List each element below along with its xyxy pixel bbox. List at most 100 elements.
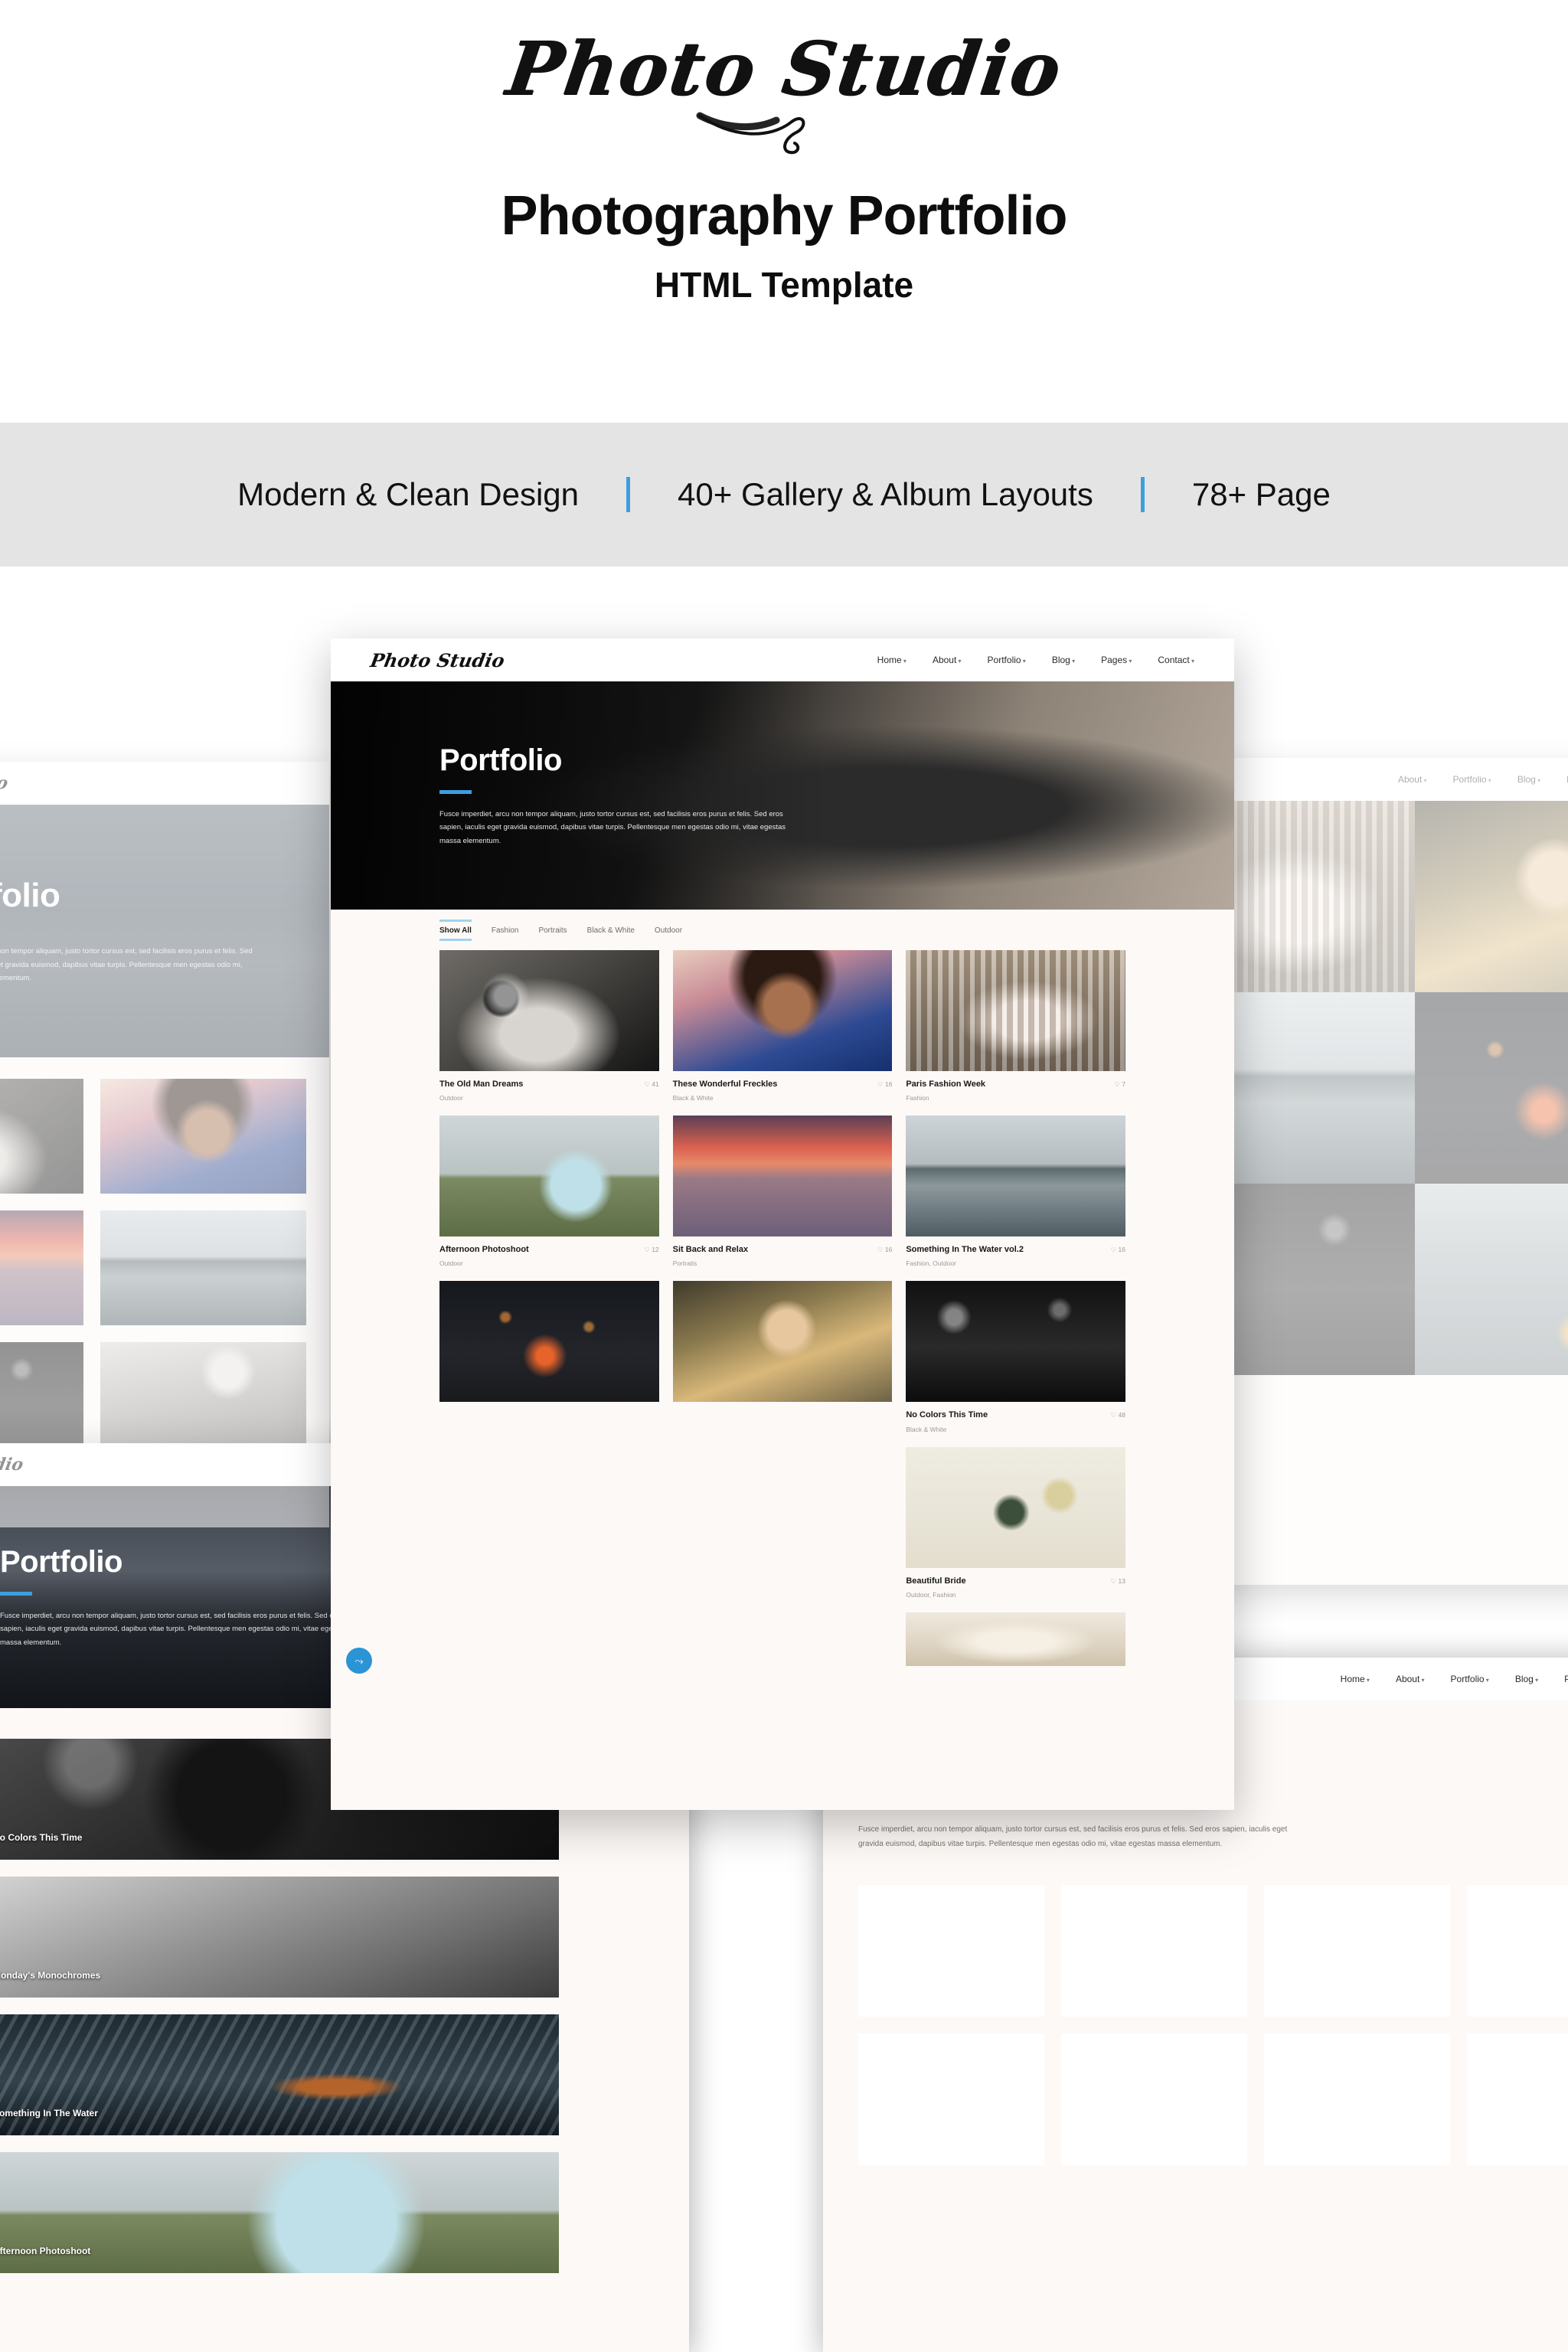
nav-item-blog[interactable]: Blog	[1515, 1674, 1538, 1684]
feature-divider-1	[626, 477, 631, 512]
portfolio-card-image	[439, 1116, 659, 1237]
mock-left-topbar: Photo Studio	[0, 762, 329, 805]
mock-left-tile-4[interactable]	[100, 1210, 306, 1325]
mock-center-topbar: Photo Studio Home About Portfolio Blog P…	[331, 639, 1234, 681]
hero-title: Portfolio	[439, 743, 562, 777]
page-header: Photo Studio Photography Portfolio HTML …	[0, 0, 1568, 423]
list-item-caption: Monday's Monochromes	[0, 1970, 101, 1981]
feature-item-3: 78+ Page	[1191, 476, 1331, 512]
mock-left-tile-5[interactable]	[0, 1342, 83, 1457]
portfolio-card[interactable]: Afternoon Photoshoot Outdoor ♡ 12	[439, 1116, 659, 1267]
nav-item-contact[interactable]: Contact	[1158, 655, 1194, 665]
mock-left-tile-6[interactable]	[100, 1342, 306, 1457]
mock-bl-logo[interactable]: Photo Studio	[0, 1455, 24, 1475]
nav-item-portfolio[interactable]: Portfolio	[1453, 774, 1491, 785]
mock-br-nav[interactable]: Home About Portfolio Blog Pages Contact	[1341, 1674, 1568, 1684]
portfolio-card-likes: 16	[1118, 1246, 1125, 1254]
list-item-caption: No Colors This Time	[0, 1832, 83, 1843]
nav-item-pages[interactable]: Pages	[1101, 655, 1132, 665]
portfolio-card-title: No Colors This Time	[906, 1410, 988, 1420]
mock-left-grid	[0, 1057, 329, 1478]
mock-left-tile-1[interactable]	[0, 1079, 83, 1194]
albums-grid	[823, 1885, 1568, 2165]
mock-right-tile-2[interactable]	[1415, 801, 1568, 992]
nav-item-about[interactable]: About	[933, 655, 962, 665]
mock-center-nav[interactable]: Home About Portfolio Blog Pages Contact	[877, 655, 1194, 665]
album-card[interactable]	[858, 1885, 1044, 2017]
nav-item-pages[interactable]: Pages	[1564, 1674, 1568, 1684]
album-card[interactable]	[1061, 1885, 1247, 2017]
portfolio-card-image	[906, 1116, 1125, 1237]
nav-item-portfolio[interactable]: Portfolio	[988, 655, 1026, 665]
portfolio-grid: The Old Man Dreams Outdoor ♡ 41 These Wo…	[331, 946, 1234, 1697]
heart-icon: ♡	[1110, 1246, 1117, 1254]
album-card[interactable]	[1467, 1885, 1568, 2017]
page-title: Photography Portfolio	[501, 185, 1068, 247]
mock-left-logo[interactable]: Photo Studio	[0, 773, 9, 793]
mock-center-logo[interactable]: Photo Studio	[368, 649, 506, 671]
mock-right-tile-6[interactable]	[1415, 1184, 1568, 1375]
list-item[interactable]: Afternoon Photoshoot	[0, 2152, 559, 2273]
mock-bl-hero-body: Fusce imperdiet, arcu non tempor aliquam…	[0, 1611, 347, 1647]
filter-tab-fashion[interactable]: Fashion	[492, 926, 519, 935]
album-card[interactable]	[1467, 2034, 1568, 2165]
portfolio-card-title: Beautiful Bride	[906, 1576, 966, 1586]
album-card[interactable]	[858, 2034, 1044, 2165]
nav-item-home[interactable]: Home	[1341, 1674, 1370, 1684]
mock-left-tile-2[interactable]	[100, 1079, 306, 1194]
portfolio-filter-tabs[interactable]: Show All Fashion Portraits Black & White…	[331, 910, 1234, 946]
filter-tab-show-all[interactable]: Show All	[439, 920, 472, 941]
portfolio-card-title: Sit Back and Relax	[672, 1245, 749, 1255]
nav-item-portfolio[interactable]: Portfolio	[1451, 1674, 1489, 1684]
filter-tab-portraits[interactable]: Portraits	[538, 926, 567, 935]
nav-item-about[interactable]: About	[1398, 774, 1427, 785]
portfolio-card[interactable]	[906, 1612, 1125, 1666]
heart-icon: ♡	[1110, 1411, 1117, 1419]
feature-bar: Modern & Clean Design 40+ Gallery & Albu…	[0, 423, 1568, 567]
portfolio-card[interactable]: Sit Back and Relax Portraits ♡ 16	[672, 1116, 893, 1267]
portfolio-card[interactable]	[439, 1281, 659, 1432]
nav-item-blog[interactable]: Blog	[1052, 655, 1075, 665]
portfolio-card-category: Black & White	[672, 1094, 714, 1102]
nav-item-blog[interactable]: Blog	[1517, 774, 1540, 785]
album-card[interactable]	[1264, 1885, 1450, 2017]
share-icon[interactable]: ⤳	[346, 1648, 372, 1674]
mockup-portfolio-grid-center[interactable]: Photo Studio Home About Portfolio Blog P…	[331, 639, 1234, 1810]
mock-right-tile-4[interactable]	[1415, 992, 1568, 1184]
showcase-stage: Photo Studio Portfolio Fusce imperdiet, …	[0, 567, 1568, 2352]
portfolio-card[interactable]: No Colors This Time Black & White ♡ 48	[906, 1281, 1125, 1433]
portfolio-card[interactable]: Beautiful Bride Outdoor, Fashion ♡ 13	[906, 1446, 1125, 1599]
portfolio-card-title: Afternoon Photoshoot	[439, 1245, 529, 1255]
album-card[interactable]	[1061, 2034, 1247, 2165]
list-item[interactable]: Monday's Monochromes	[0, 1877, 559, 1998]
mock-right-nav[interactable]: About Portfolio Blog Pages Contact	[1398, 774, 1568, 785]
nav-item-home[interactable]: Home	[877, 655, 906, 665]
filter-tab-black-white[interactable]: Black & White	[587, 926, 635, 935]
portfolio-card[interactable]: These Wonderful Freckles Black & White ♡…	[672, 950, 893, 1102]
portfolio-card-title: Something In The Water vol.2	[906, 1245, 1024, 1255]
portfolio-card[interactable]: The Old Man Dreams Outdoor ♡ 41	[439, 950, 659, 1102]
mock-left-tile-3[interactable]	[0, 1210, 83, 1325]
page-subtitle: HTML Template	[654, 264, 914, 305]
mock-left-hero-body: Fusce imperdiet, arcu non tempor aliquam…	[0, 947, 253, 983]
albums-body: Fusce imperdiet, arcu non tempor aliquam…	[858, 1825, 1288, 1848]
portfolio-card-image	[672, 1281, 893, 1403]
list-item[interactable]: Something In The Water	[0, 2014, 559, 2135]
mock-left-hero-title: Portfolio	[0, 877, 60, 915]
album-card[interactable]	[1264, 2034, 1450, 2165]
portfolio-card-likes: 48	[1118, 1411, 1125, 1419]
mockup-portfolio-grid-left[interactable]: Photo Studio Portfolio Fusce imperdiet, …	[0, 762, 329, 1527]
portfolio-card-category: Fashion	[906, 1094, 929, 1102]
portfolio-card[interactable]: Paris Fashion Week Fashion ♡ 7	[906, 950, 1125, 1102]
portfolio-card-likes: 16	[884, 1246, 893, 1254]
portfolio-card-image	[906, 1281, 1125, 1403]
heart-icon: ♡	[644, 1080, 650, 1088]
portfolio-card-likes: 16	[884, 1080, 893, 1088]
portfolio-card-title: Paris Fashion Week	[906, 1080, 986, 1089]
portfolio-card[interactable]: Something In The Water vol.2 Fashion, Ou…	[906, 1116, 1125, 1267]
portfolio-card-category: Outdoor	[439, 1094, 463, 1102]
filter-tab-outdoor[interactable]: Outdoor	[655, 926, 682, 935]
feature-divider-2	[1140, 477, 1145, 512]
portfolio-card[interactable]	[672, 1281, 893, 1432]
nav-item-about[interactable]: About	[1396, 1674, 1425, 1684]
